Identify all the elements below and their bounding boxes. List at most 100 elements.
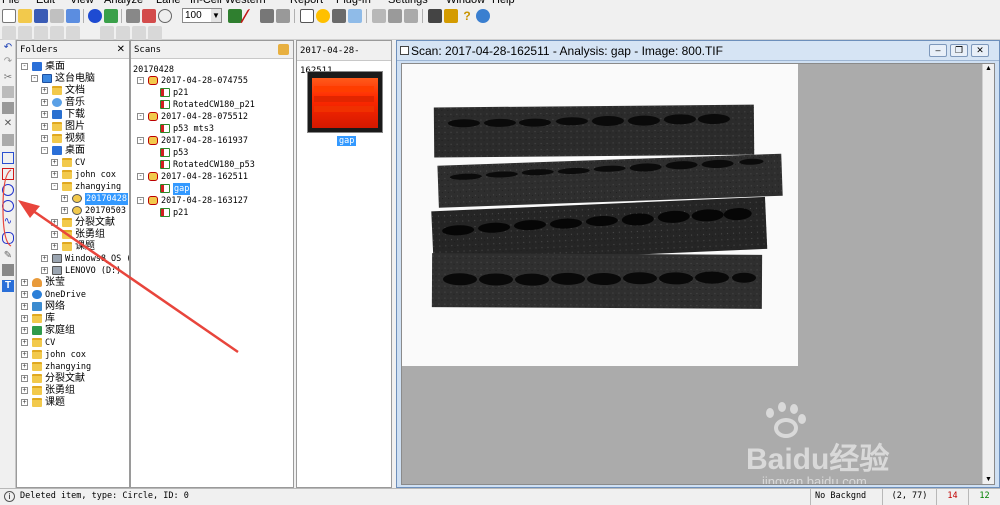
scan-tree-item[interactable]: - 2017-04-28-161937 [131, 135, 293, 147]
thumbnail-item[interactable] [307, 71, 383, 133]
properties-icon[interactable] [2, 134, 14, 146]
acquire-icon[interactable] [104, 9, 118, 23]
globe-icon[interactable] [476, 9, 490, 23]
folder-icon [32, 386, 42, 395]
folder-tree-item[interactable]: - 桌面 [17, 61, 129, 73]
folder-tree-item[interactable]: + 课题 [17, 397, 129, 409]
expand-icon[interactable]: + [41, 135, 48, 142]
undo-icon[interactable]: ↶ [2, 42, 14, 54]
arrange-icon[interactable] [142, 9, 156, 23]
scan-tree-item[interactable]: - 2017-04-28-075512 [131, 111, 293, 123]
undo-row-icon[interactable] [2, 26, 16, 40]
chevron-down-icon: ▼ [211, 9, 221, 22]
expand-icon[interactable]: + [51, 171, 58, 178]
collapse-icon[interactable]: - [41, 147, 48, 154]
settings-icon[interactable] [348, 9, 362, 23]
tile-icon[interactable] [388, 9, 402, 23]
folder-tree-item[interactable]: + 图片 [17, 121, 129, 133]
cut-icon[interactable] [50, 9, 64, 23]
analysis-tree-item[interactable]: RotatedCW180_p21 [131, 99, 293, 111]
folder-tree-item[interactable]: + 文档 [17, 85, 129, 97]
row-icon[interactable] [132, 26, 146, 40]
cascade-icon[interactable] [404, 9, 418, 23]
folder-tree-item[interactable]: + 视频 [17, 133, 129, 145]
folder-tree-item[interactable]: + 分裂文献 [17, 373, 129, 385]
collapse-icon[interactable]: - [137, 137, 144, 144]
expand-icon[interactable]: + [51, 159, 58, 166]
open-icon[interactable] [18, 9, 32, 23]
row-icon[interactable] [116, 26, 130, 40]
scan-label: 2017-04-28-075512 [161, 112, 248, 122]
grid-icon[interactable] [126, 9, 140, 23]
expand-icon[interactable]: + [41, 123, 48, 130]
analysis-tree-item[interactable]: p53 mts3 [131, 123, 293, 135]
scan-tree-item[interactable]: - 2017-04-28-074755 [131, 75, 293, 87]
window-icon[interactable] [372, 9, 386, 23]
row-icon[interactable] [66, 26, 80, 40]
minimize-button[interactable]: – [929, 44, 947, 57]
close-button[interactable]: ✕ [971, 44, 989, 57]
select-grid-icon[interactable] [2, 152, 14, 164]
analysis-tree-item[interactable]: p53 [131, 147, 293, 159]
collapse-icon[interactable]: - [137, 173, 144, 180]
row-icon[interactable] [34, 26, 48, 40]
folder-tree-item[interactable]: - 桌面 [17, 145, 129, 157]
restore-button[interactable]: ❐ [950, 44, 968, 57]
tool-icon[interactable] [332, 9, 346, 23]
help-icon[interactable]: ? [460, 9, 474, 23]
image-canvas[interactable]: ▲ ▼ Baidu经验 jingyan.baidu.com [401, 63, 995, 485]
paste-icon[interactable] [2, 102, 14, 114]
background-status: No Backgnd [810, 489, 882, 505]
folder-tree-item[interactable]: + zhangying [17, 361, 129, 373]
folder-tree-item[interactable]: + 张勇组 [17, 385, 129, 397]
expand-icon[interactable]: + [21, 363, 28, 370]
scroll-down-arrow[interactable]: ▼ [985, 476, 992, 483]
redo-icon[interactable]: ↷ [2, 56, 14, 68]
expand-icon[interactable]: + [41, 87, 48, 94]
tag-icon[interactable] [444, 9, 458, 23]
copy-icon[interactable] [2, 86, 14, 98]
collapse-icon[interactable]: - [31, 75, 38, 82]
copy-icon[interactable] [66, 9, 80, 23]
expand-icon[interactable]: + [21, 375, 28, 382]
report-icon[interactable] [300, 9, 314, 23]
collapse-icon[interactable]: - [137, 77, 144, 84]
expand-icon[interactable]: + [41, 111, 48, 118]
scan-icon[interactable] [88, 9, 102, 23]
analysis-tree-item[interactable]: RotatedCW180_p53 [131, 159, 293, 171]
expand-icon[interactable]: + [21, 399, 28, 406]
expand-icon[interactable]: + [41, 99, 48, 106]
expand-icon[interactable]: + [21, 387, 28, 394]
row-icon[interactable] [18, 26, 32, 40]
pin-icon[interactable] [278, 44, 289, 55]
rotate-icon[interactable] [260, 9, 274, 23]
western-blot-scan[interactable] [402, 64, 798, 366]
close-icon[interactable]: ✕ [117, 41, 125, 59]
cut-icon[interactable]: ✂ [2, 72, 14, 84]
zoom-icon[interactable] [158, 9, 172, 23]
collapse-icon[interactable]: - [21, 63, 28, 70]
pin-icon[interactable] [428, 9, 442, 23]
scroll-up-arrow[interactable]: ▲ [985, 65, 992, 72]
row-icon[interactable] [148, 26, 162, 40]
coordinates-status: (2, 77) [882, 489, 936, 505]
row-icon[interactable] [50, 26, 64, 40]
watermark-url: jingyan.baidu.com [762, 474, 867, 485]
zoom-select[interactable]: 100 ▼ [182, 8, 222, 23]
analysis-tree-item[interactable]: p21 [131, 87, 293, 99]
delete-icon[interactable]: ✕ [2, 118, 14, 130]
draw-line-icon[interactable] [239, 9, 263, 23]
folder-tree-item[interactable]: + 下载 [17, 109, 129, 121]
save-icon[interactable] [34, 9, 48, 23]
folder-tree-item[interactable]: + CV [17, 157, 129, 169]
folder-tree-item[interactable]: - 这台电脑 [17, 73, 129, 85]
vertical-scrollbar[interactable]: ▲ ▼ [982, 64, 994, 484]
row-icon[interactable] [100, 26, 114, 40]
thumbnail-label[interactable]: gap [337, 136, 357, 146]
brightness-icon[interactable] [316, 9, 330, 23]
collapse-icon[interactable]: - [137, 113, 144, 120]
flip-icon[interactable] [276, 9, 290, 23]
scans-root[interactable]: 20170428 [133, 65, 174, 75]
folder-tree-item[interactable]: + 音乐 [17, 97, 129, 109]
new-icon[interactable] [2, 9, 16, 23]
